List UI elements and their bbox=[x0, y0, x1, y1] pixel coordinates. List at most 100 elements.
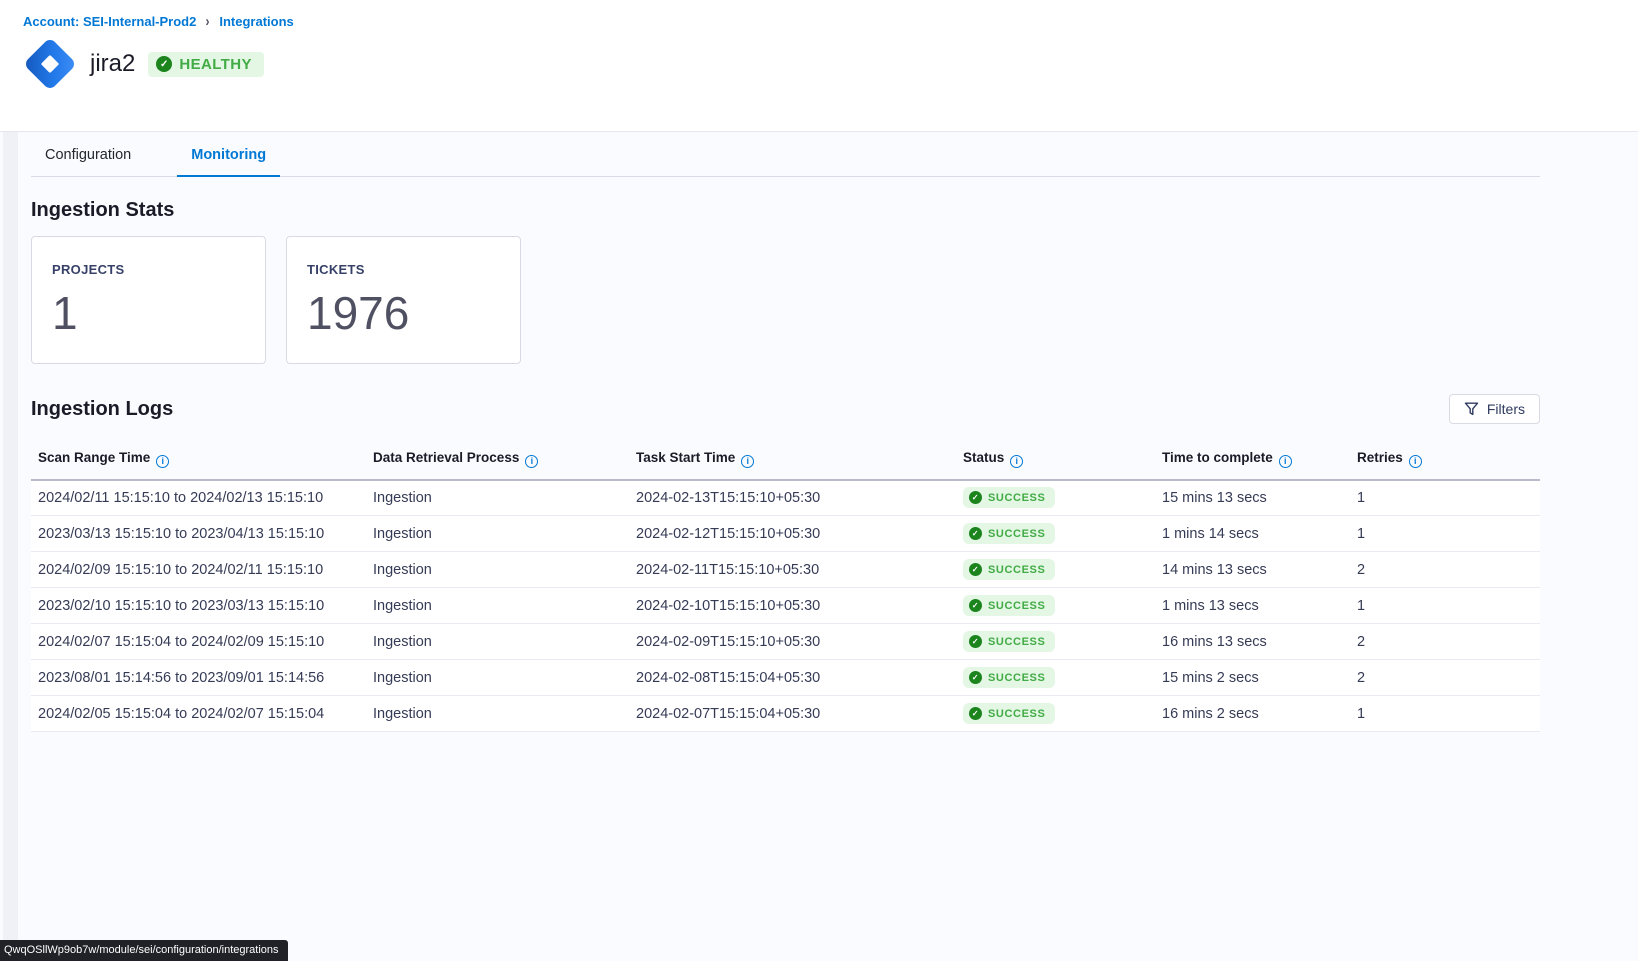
cell-task-start: 2024-02-13T15:15:10+05:30 bbox=[629, 480, 956, 516]
cell-retries: 2 bbox=[1350, 660, 1540, 696]
stat-label: TICKETS bbox=[307, 262, 500, 277]
cell-process: Ingestion bbox=[366, 480, 629, 516]
table-row[interactable]: 2024/02/05 15:15:04 to 2024/02/07 15:15:… bbox=[31, 696, 1540, 732]
cell-retries: 2 bbox=[1350, 624, 1540, 660]
cell-task-start: 2024-02-12T15:15:10+05:30 bbox=[629, 516, 956, 552]
cell-scan-range: 2024/02/09 15:15:10 to 2024/02/11 15:15:… bbox=[31, 552, 366, 588]
table-row[interactable]: 2023/03/13 15:15:10 to 2023/04/13 15:15:… bbox=[31, 516, 1540, 552]
info-icon[interactable]: i bbox=[1010, 455, 1023, 468]
filters-button[interactable]: Filters bbox=[1449, 394, 1540, 424]
cell-task-start: 2024-02-10T15:15:10+05:30 bbox=[629, 588, 956, 624]
column-header: Data Retrieval Processi bbox=[366, 436, 629, 480]
status-label: SUCCESS bbox=[988, 672, 1045, 684]
status-label: SUCCESS bbox=[988, 708, 1045, 720]
status-badge: ✓ SUCCESS bbox=[963, 595, 1055, 616]
ingestion-stats-heading: Ingestion Stats bbox=[31, 199, 1540, 222]
cell-scan-range: 2023/03/13 15:15:10 to 2023/04/13 15:15:… bbox=[31, 516, 366, 552]
tab-configuration[interactable]: Configuration bbox=[31, 135, 145, 176]
cell-status: ✓ SUCCESS bbox=[956, 624, 1155, 660]
table-row[interactable]: 2023/08/01 15:14:56 to 2023/09/01 15:14:… bbox=[31, 660, 1540, 696]
stat-card-tickets: TICKETS 1976 bbox=[286, 236, 521, 364]
app-header: Account: SEI-Internal-Prod2 › Integratio… bbox=[0, 0, 1638, 132]
status-label: SUCCESS bbox=[988, 600, 1045, 612]
integration-monitoring-page: Account: SEI-Internal-Prod2 › Integratio… bbox=[0, 0, 1638, 961]
check-circle-icon: ✓ bbox=[969, 707, 982, 720]
cell-retries: 1 bbox=[1350, 480, 1540, 516]
status-label: SUCCESS bbox=[988, 564, 1045, 576]
column-header-label: Task Start Time bbox=[636, 450, 735, 465]
column-header: Task Start Time i bbox=[629, 436, 956, 480]
table-row[interactable]: 2024/02/11 15:15:10 to 2024/02/13 15:15:… bbox=[31, 480, 1540, 516]
cell-time-to-complete: 1 mins 14 secs bbox=[1155, 516, 1350, 552]
info-icon[interactable]: i bbox=[525, 455, 538, 468]
table-row[interactable]: 2024/02/07 15:15:04 to 2024/02/09 15:15:… bbox=[31, 624, 1540, 660]
stat-value: 1 bbox=[52, 286, 245, 340]
cell-process: Ingestion bbox=[366, 624, 629, 660]
column-header: Time to complete i bbox=[1155, 436, 1350, 480]
cell-task-start: 2024-02-07T15:15:04+05:30 bbox=[629, 696, 956, 732]
check-circle-icon: ✓ bbox=[969, 599, 982, 612]
info-icon[interactable]: i bbox=[741, 455, 754, 468]
cell-scan-range: 2023/08/01 15:14:56 to 2023/09/01 15:14:… bbox=[31, 660, 366, 696]
tab-monitoring[interactable]: Monitoring bbox=[177, 135, 280, 176]
table-row[interactable]: 2023/02/10 15:15:10 to 2023/03/13 15:15:… bbox=[31, 588, 1540, 624]
check-circle-icon: ✓ bbox=[969, 635, 982, 648]
cell-scan-range: 2023/02/10 15:15:10 to 2023/03/13 15:15:… bbox=[31, 588, 366, 624]
check-circle-icon: ✓ bbox=[969, 491, 982, 504]
cell-scan-range: 2024/02/07 15:15:04 to 2024/02/09 15:15:… bbox=[31, 624, 366, 660]
cell-retries: 1 bbox=[1350, 516, 1540, 552]
health-status-badge: ✓ HEALTHY bbox=[148, 52, 264, 77]
cell-task-start: 2024-02-11T15:15:10+05:30 bbox=[629, 552, 956, 588]
cell-scan-range: 2024/02/05 15:15:04 to 2024/02/07 15:15:… bbox=[31, 696, 366, 732]
jira-logo-icon bbox=[23, 37, 77, 91]
column-header-label: Time to complete bbox=[1162, 450, 1273, 465]
info-icon[interactable]: i bbox=[1409, 455, 1422, 468]
cell-status: ✓ SUCCESS bbox=[956, 696, 1155, 732]
status-label: SUCCESS bbox=[988, 636, 1045, 648]
status-badge: ✓SUCCESS bbox=[963, 523, 1055, 544]
stat-value: 1976 bbox=[307, 286, 500, 340]
status-badge: ✓ SUCCESS bbox=[963, 703, 1055, 724]
filters-button-label: Filters bbox=[1487, 401, 1525, 417]
check-circle-icon: ✓ bbox=[156, 56, 172, 72]
cell-scan-range: 2024/02/11 15:15:10 to 2024/02/13 15:15:… bbox=[31, 480, 366, 516]
cell-time-to-complete: 14 mins 13 secs bbox=[1155, 552, 1350, 588]
column-header: Retries i bbox=[1350, 436, 1540, 480]
cell-process: Ingestion bbox=[366, 552, 629, 588]
cell-process: Ingestion bbox=[366, 516, 629, 552]
page-title: jira2 bbox=[90, 50, 135, 78]
integration-title-row: jira2 ✓ HEALTHY bbox=[23, 37, 1638, 91]
cell-task-start: 2024-02-08T15:15:04+05:30 bbox=[629, 660, 956, 696]
cell-status: ✓ SUCCESS bbox=[956, 552, 1155, 588]
stat-label: PROJECTS bbox=[52, 262, 245, 277]
info-icon[interactable]: i bbox=[156, 455, 169, 468]
cell-retries: 1 bbox=[1350, 588, 1540, 624]
logs-table-body: 2024/02/11 15:15:10 to 2024/02/13 15:15:… bbox=[31, 480, 1540, 732]
status-badge: ✓ SUCCESS bbox=[963, 487, 1055, 508]
cell-time-to-complete: 16 mins 13 secs bbox=[1155, 624, 1350, 660]
cell-time-to-complete: 1 mins 13 secs bbox=[1155, 588, 1350, 624]
cell-retries: 2 bbox=[1350, 552, 1540, 588]
cell-process: Ingestion bbox=[366, 588, 629, 624]
tab-bar: Configuration Monitoring bbox=[31, 135, 1540, 177]
column-header: Scan Range Timei bbox=[31, 436, 366, 480]
stat-card-projects: PROJECTS 1 bbox=[31, 236, 266, 364]
cell-status: ✓SUCCESS bbox=[956, 516, 1155, 552]
info-icon[interactable]: i bbox=[1279, 455, 1292, 468]
table-row[interactable]: 2024/02/09 15:15:10 to 2024/02/11 15:15:… bbox=[31, 552, 1540, 588]
column-header-label: Retries bbox=[1357, 450, 1403, 465]
health-status-label: HEALTHY bbox=[179, 56, 252, 73]
breadcrumb: Account: SEI-Internal-Prod2 › Integratio… bbox=[23, 14, 1638, 29]
check-circle-icon: ✓ bbox=[969, 563, 982, 576]
ingestion-logs-header: Ingestion Logs Filters bbox=[31, 394, 1540, 424]
link-preview-status-bar: QwqOSllWp9ob7w/module/sei/configuration/… bbox=[0, 940, 288, 961]
breadcrumb-account-link[interactable]: Account: SEI-Internal-Prod2 bbox=[23, 14, 196, 29]
cell-process: Ingestion bbox=[366, 660, 629, 696]
cell-retries: 1 bbox=[1350, 696, 1540, 732]
status-label: SUCCESS bbox=[988, 492, 1045, 504]
breadcrumb-integrations-link[interactable]: Integrations bbox=[219, 14, 293, 29]
status-label: SUCCESS bbox=[988, 528, 1045, 540]
ingestion-logs-heading: Ingestion Logs bbox=[31, 398, 173, 421]
chevron-right-icon: › bbox=[206, 14, 210, 29]
status-badge: ✓ SUCCESS bbox=[963, 631, 1055, 652]
